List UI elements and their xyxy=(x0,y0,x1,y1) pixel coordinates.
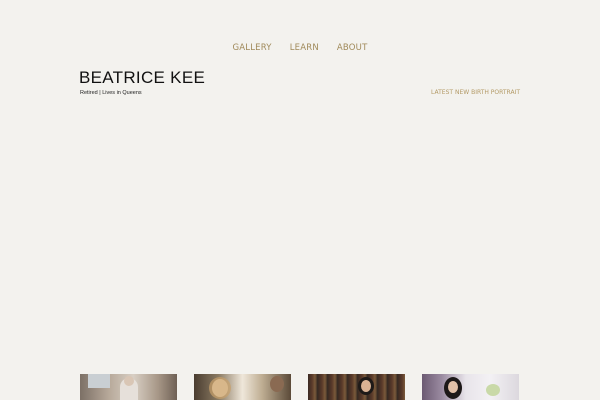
nav-item-gallery[interactable]: GALLERY xyxy=(233,43,272,53)
thumbnail-image-head xyxy=(212,379,228,397)
thumbnail-image-head xyxy=(124,376,134,386)
thumbnail-image-head xyxy=(270,376,284,392)
thumbnail-image-flowers xyxy=(486,384,500,396)
nav-item-about[interactable]: ABOUT xyxy=(337,43,368,53)
latest-portrait-link[interactable]: LATEST NEW BIRTH PORTRAIT xyxy=(431,89,520,96)
gallery-thumbnails xyxy=(80,374,520,400)
profile-header: BEATRICE KEE Retired | Lives in Queens xyxy=(79,68,205,96)
thumbnail-image-window xyxy=(88,374,110,388)
gallery-thumbnail[interactable] xyxy=(308,374,405,400)
thumbnail-image-face xyxy=(448,381,458,393)
thumbnail-image-face xyxy=(361,380,371,392)
gallery-thumbnail[interactable] xyxy=(80,374,177,400)
main-nav: GALLERY LEARN ABOUT xyxy=(0,43,600,53)
gallery-thumbnail[interactable] xyxy=(194,374,291,400)
gallery-thumbnail[interactable] xyxy=(422,374,519,400)
nav-item-learn[interactable]: LEARN xyxy=(290,43,319,53)
page: GALLERY LEARN ABOUT BEATRICE KEE Retired… xyxy=(0,0,600,400)
page-title: BEATRICE KEE xyxy=(79,68,206,87)
profile-subtitle: Retired | Lives in Queens xyxy=(80,90,142,96)
